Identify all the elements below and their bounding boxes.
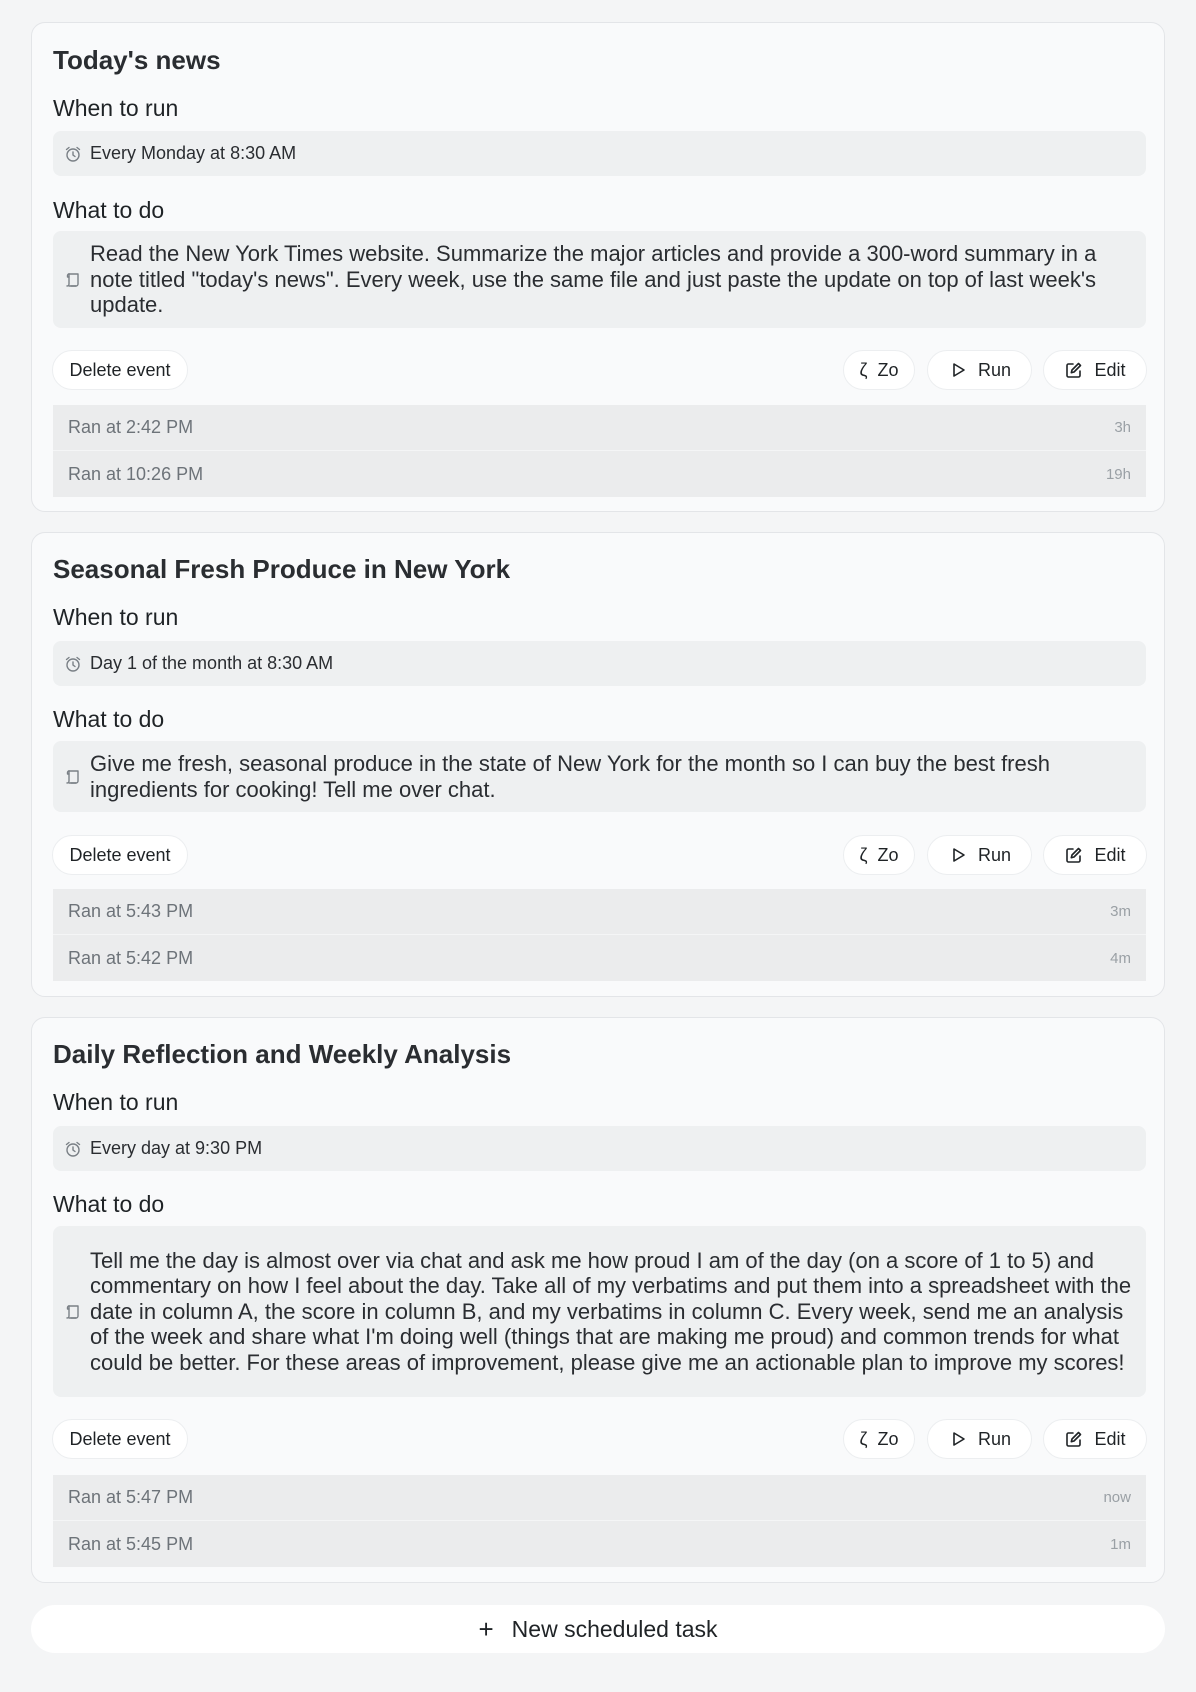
run-time: Ran at 5:45 PM [68, 1533, 194, 1554]
schedule-text: Day 1 of the month at 8:30 AM [90, 653, 334, 673]
edit-label: Edit [1094, 844, 1126, 865]
scroll-icon [64, 271, 82, 289]
run-button[interactable]: Run [927, 350, 1032, 390]
instructions-field: Tell me the day is almost over via chat … [53, 1226, 1146, 1397]
task-title: Today's news [53, 45, 221, 75]
run-history-row[interactable]: Ran at 5:47 PM now [53, 1475, 1146, 1521]
schedule-field: Day 1 of the month at 8:30 AM [53, 641, 1146, 686]
zo-label: Zo [877, 1428, 899, 1449]
new-scheduled-task-label: New scheduled task [511, 1615, 718, 1642]
run-history: Ran at 5:47 PM now Ran at 5:45 PM 1m [53, 1475, 1146, 1567]
new-scheduled-task-button[interactable]: + New scheduled task [31, 1605, 1165, 1653]
run-ago: 1m [1110, 1535, 1131, 1553]
alarm-clock-icon [64, 1140, 82, 1158]
zo-button[interactable]: ζ Zo [843, 1419, 915, 1459]
task-title: Seasonal Fresh Produce in New York [53, 554, 511, 584]
scroll-icon [64, 1303, 82, 1321]
task-card: Seasonal Fresh Produce in New York When … [31, 532, 1165, 997]
run-time: Ran at 5:47 PM [68, 1487, 194, 1507]
run-history-row[interactable]: Ran at 5:42 PM 4m [53, 935, 1146, 981]
task-title: Daily Reflection and Weekly Analysis [53, 1039, 512, 1069]
schedule-field: Every Monday at 8:30 AM [53, 131, 1146, 176]
run-ago: 19h [1105, 465, 1131, 483]
plus-icon: + [478, 1614, 494, 1644]
what-to-do-label: What to do [53, 706, 165, 732]
delete-event-label: Delete event [69, 1428, 171, 1449]
run-label: Run [977, 359, 1012, 380]
run-time: Ran at 5:43 PM [68, 901, 194, 921]
what-to-do-label: What to do [53, 197, 165, 223]
instructions-field: Give me fresh, seasonal produce in the s… [53, 741, 1146, 812]
zo-label: Zo [877, 359, 899, 380]
task-card: Today's news When to run Every Monday at… [31, 22, 1165, 512]
run-ago: 3m [1110, 903, 1131, 920]
run-history-row[interactable]: Ran at 5:45 PM 1m [53, 1521, 1146, 1567]
edit-label: Edit [1094, 1428, 1126, 1449]
zeta-icon: ζ [859, 359, 868, 380]
edit-square-icon [1064, 1429, 1084, 1449]
instructions-text: Read the New York Times website. Summari… [90, 241, 1097, 318]
run-ago: now [1103, 1489, 1131, 1506]
run-time: Ran at 5:42 PM [68, 947, 194, 968]
run-ago: 4m [1110, 949, 1131, 967]
schedule-text: Every Monday at 8:30 AM [90, 143, 297, 163]
run-label: Run [977, 1428, 1012, 1449]
run-history-row[interactable]: Ran at 2:42 PM 3h [53, 405, 1146, 451]
run-history: Ran at 2:42 PM 3h Ran at 10:26 PM 19h [53, 405, 1146, 497]
zeta-icon: ζ [859, 1428, 868, 1449]
run-label: Run [977, 844, 1012, 865]
run-button[interactable]: Run [927, 835, 1032, 875]
schedule-field: Every day at 9:30 PM [53, 1126, 1146, 1171]
zo-button[interactable]: ζ Zo [843, 350, 915, 390]
zo-label: Zo [877, 844, 899, 865]
scroll-icon [64, 768, 82, 786]
zo-button[interactable]: ζ Zo [843, 835, 915, 875]
alarm-clock-icon [64, 655, 82, 673]
delete-event-label: Delete event [69, 359, 171, 380]
edit-square-icon [1064, 360, 1084, 380]
instructions-text: Tell me the day is almost over via chat … [90, 1247, 1132, 1375]
run-history: Ran at 5:43 PM 3m Ran at 5:42 PM 4m [53, 889, 1146, 981]
edit-button[interactable]: Edit [1043, 350, 1147, 390]
edit-button[interactable]: Edit [1043, 835, 1147, 875]
zeta-icon: ζ [859, 844, 868, 865]
what-to-do-label: What to do [53, 1191, 165, 1217]
play-icon [948, 360, 968, 380]
task-card: Daily Reflection and Weekly Analysis Whe… [31, 1017, 1165, 1583]
edit-button[interactable]: Edit [1043, 1419, 1147, 1459]
run-ago: 3h [1114, 419, 1131, 436]
delete-event-button[interactable]: Delete event [52, 1419, 188, 1459]
when-to-run-label: When to run [53, 1089, 179, 1115]
instructions-text: Give me fresh, seasonal produce in the s… [90, 751, 1050, 802]
schedule-text: Every day at 9:30 PM [90, 1138, 263, 1158]
instructions-field: Read the New York Times website. Summari… [53, 231, 1146, 328]
delete-event-label: Delete event [69, 844, 171, 865]
when-to-run-label: When to run [53, 95, 179, 121]
play-icon [948, 845, 968, 865]
play-icon [948, 1429, 968, 1449]
run-time: Ran at 10:26 PM [68, 463, 204, 484]
run-time: Ran at 2:42 PM [68, 417, 194, 437]
edit-square-icon [1064, 845, 1084, 865]
delete-event-button[interactable]: Delete event [52, 835, 188, 875]
scheduled-tasks-page: Today's news When to run Every Monday at… [0, 0, 1196, 1692]
alarm-clock-icon [64, 145, 82, 163]
run-history-row[interactable]: Ran at 10:26 PM 19h [53, 451, 1146, 497]
run-button[interactable]: Run [927, 1419, 1032, 1459]
delete-event-button[interactable]: Delete event [52, 350, 188, 390]
when-to-run-label: When to run [53, 604, 179, 630]
edit-label: Edit [1094, 359, 1126, 380]
run-history-row[interactable]: Ran at 5:43 PM 3m [53, 889, 1146, 935]
